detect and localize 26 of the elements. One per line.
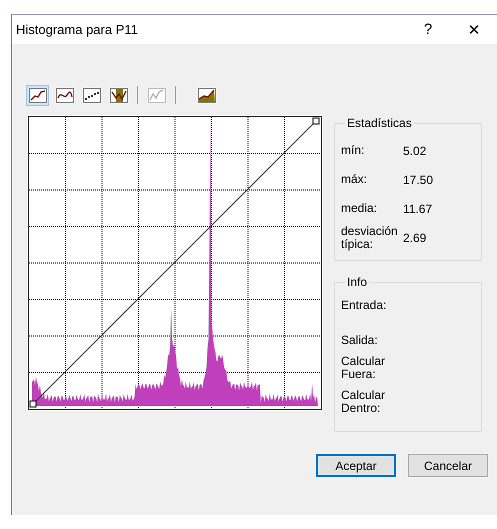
stat-value: 17.50 xyxy=(403,172,434,186)
curve-chart-icon xyxy=(56,88,74,102)
stat-label: desviación típica: xyxy=(341,224,399,250)
group-title: Info xyxy=(346,275,368,289)
help-button[interactable]: ? xyxy=(405,15,451,44)
dot-chart-icon xyxy=(82,88,100,102)
band-chart-icon xyxy=(110,88,128,102)
stat-value: 5.02 xyxy=(403,144,428,158)
stat-value: 2.69 xyxy=(403,230,428,244)
accept-button[interactable]: Aceptar xyxy=(316,454,396,477)
line-chart-icon xyxy=(148,88,166,102)
stat-label: mín: xyxy=(341,144,366,157)
info-label: Calcular Fuera: xyxy=(341,355,386,381)
stat-label: máx: xyxy=(341,173,368,186)
info-label: Entrada: xyxy=(341,299,388,312)
group-title: Estadísticas xyxy=(346,116,413,130)
window-title: Histograma para P11 xyxy=(16,22,139,37)
stat-value: 11.67 xyxy=(403,202,434,216)
toolbar-button[interactable] xyxy=(26,84,49,106)
info-label: Salida: xyxy=(341,334,379,347)
close-button[interactable]: ✕ xyxy=(451,15,497,44)
info-label: Calcular Dentro: xyxy=(341,389,386,415)
stat-label: media: xyxy=(341,202,378,215)
area-chart-icon xyxy=(198,88,216,102)
cancel-button[interactable]: Cancelar xyxy=(408,454,488,477)
line-chart-icon xyxy=(28,88,46,102)
